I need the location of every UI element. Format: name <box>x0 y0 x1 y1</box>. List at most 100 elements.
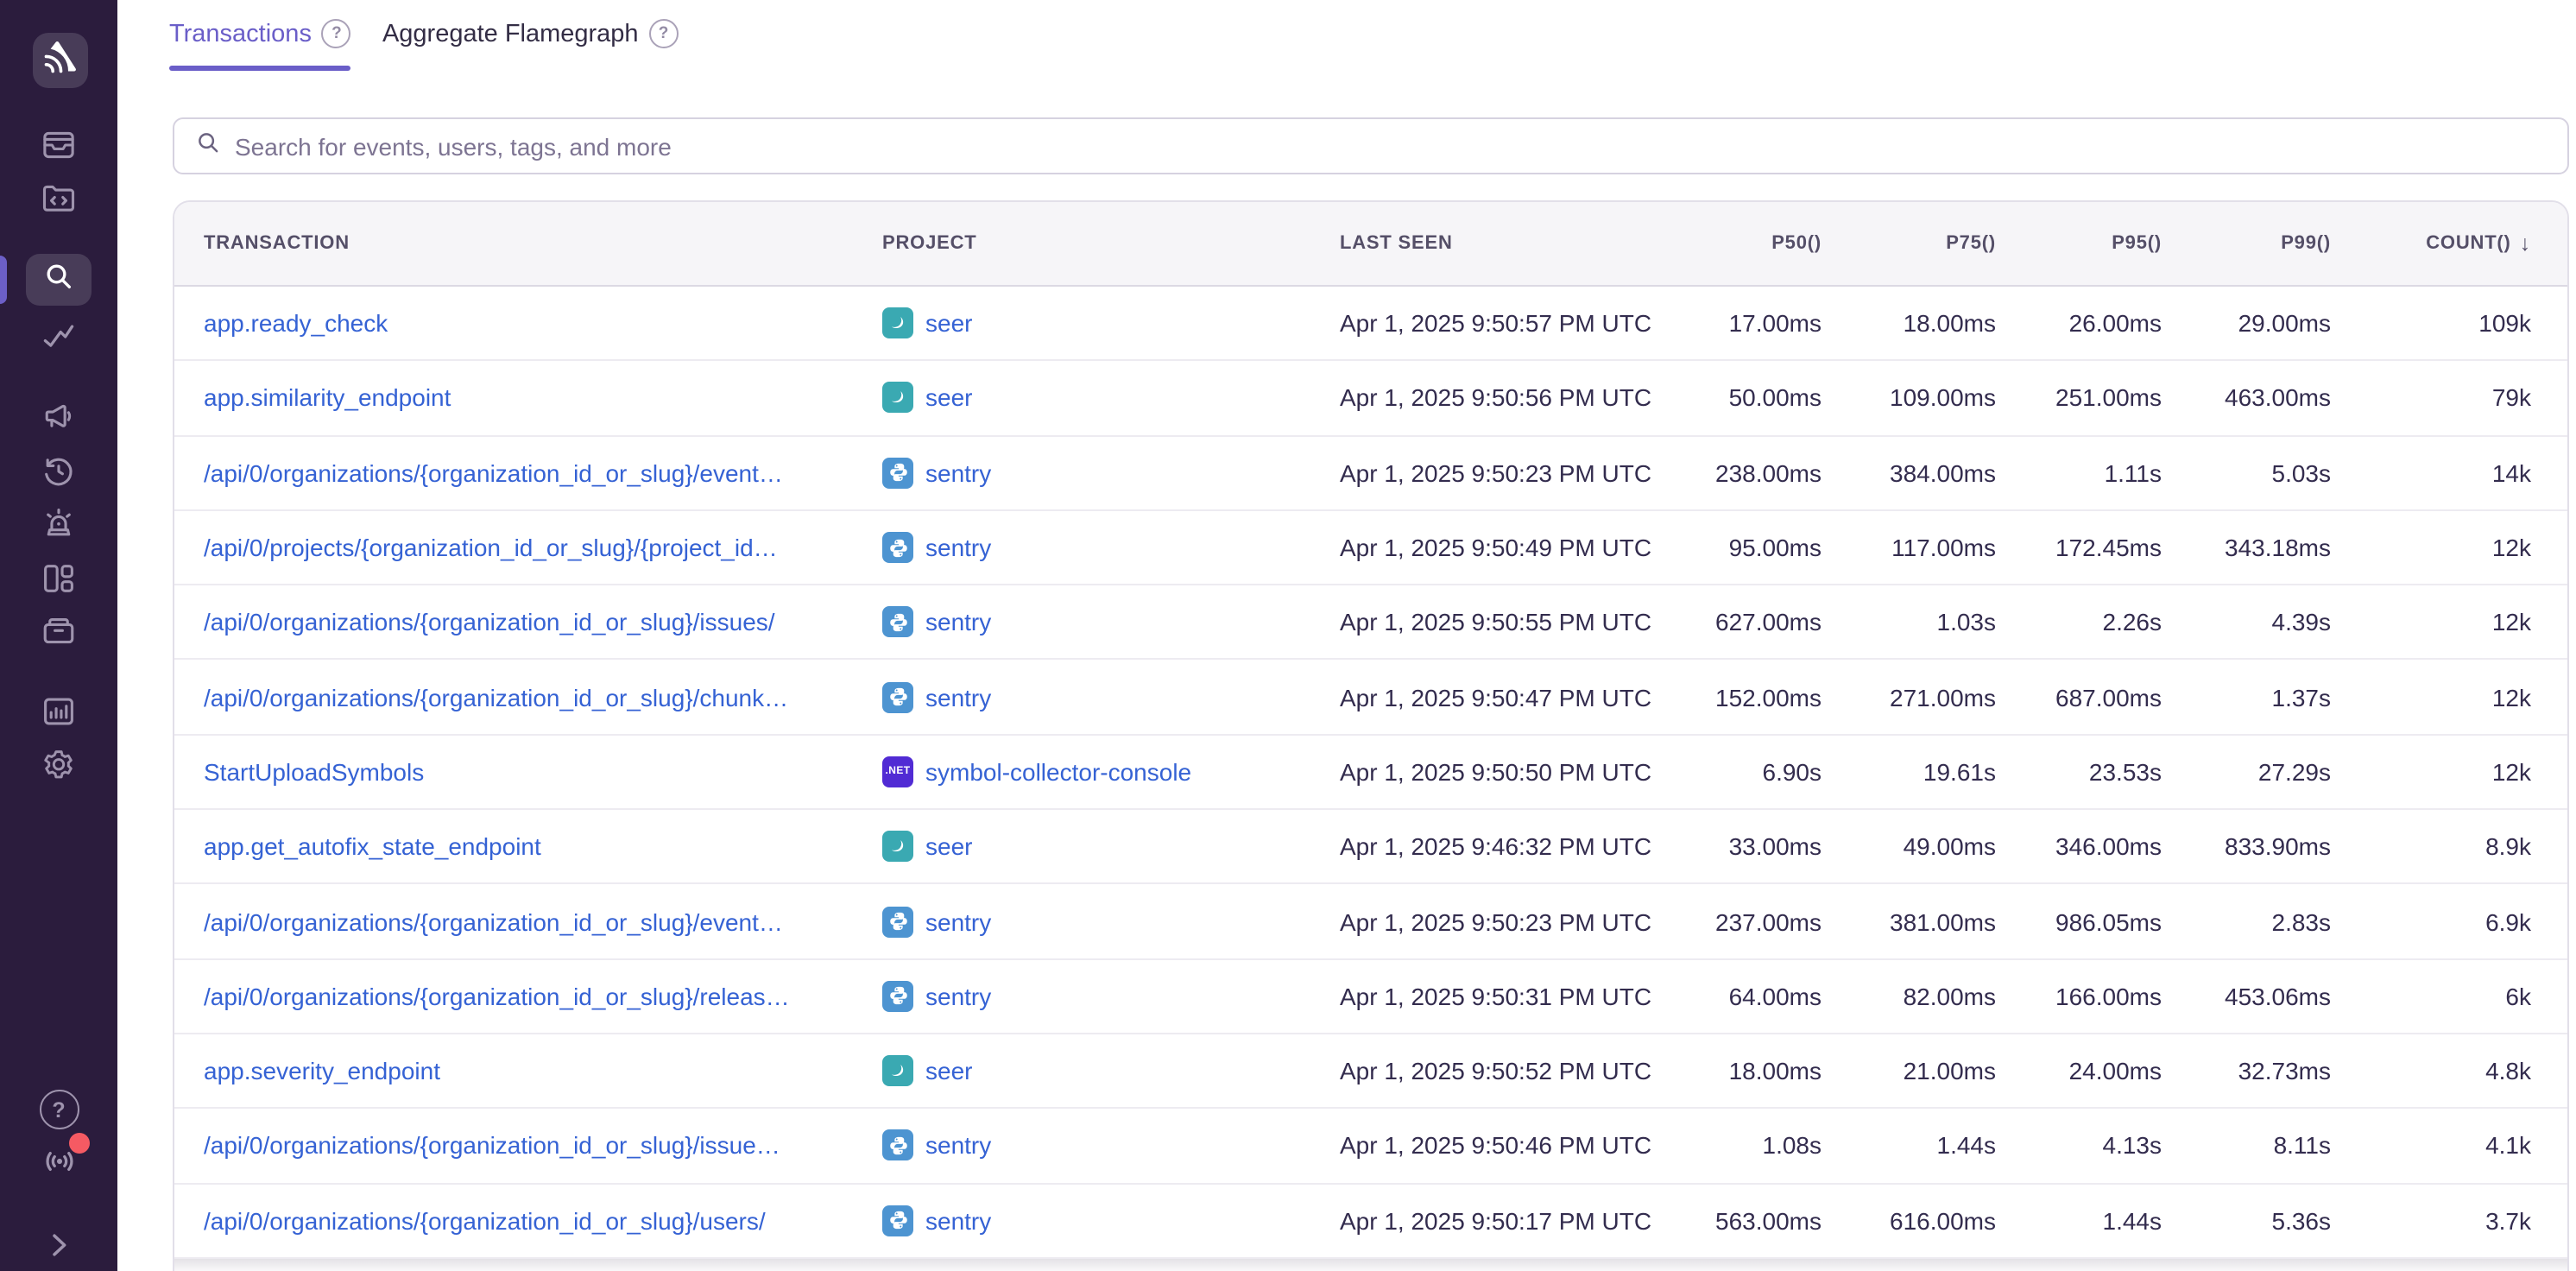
transaction-link[interactable]: app.ready_check <box>204 309 388 337</box>
sentry-logo[interactable] <box>33 33 88 88</box>
table-row: /api/0/organizations/{organization_id_or… <box>174 885 2567 960</box>
sidebar-item-releases[interactable] <box>0 611 117 649</box>
help-icon: ? <box>39 1090 79 1129</box>
cell-transaction: /api/0/organizations/{organization_id_or… <box>204 458 882 486</box>
sidebar-item-settings[interactable] <box>0 746 117 784</box>
cell-count: 6.9k <box>2331 907 2531 935</box>
cell-p99: 453.06ms <box>2162 983 2331 1010</box>
python-platform-icon <box>882 457 913 488</box>
sidebar-item-replays[interactable] <box>0 452 117 490</box>
cell-p95: 23.53s <box>1996 758 2162 786</box>
sidebar-item-traces[interactable] <box>0 318 117 356</box>
project-link[interactable]: seer <box>925 832 972 860</box>
cell-count: 4.1k <box>2331 1132 2531 1160</box>
tab-help-icon[interactable]: ? <box>649 19 679 48</box>
column-label: TRANSACTION <box>204 233 350 254</box>
transaction-link[interactable]: /api/0/organizations/{organization_id_or… <box>204 907 783 935</box>
search-input[interactable]: Search for events, users, tags, and more <box>173 117 2569 174</box>
transaction-link[interactable]: /api/0/organizations/{organization_id_or… <box>204 983 790 1010</box>
search-icon <box>41 258 76 301</box>
sidebar-collapse-button[interactable] <box>0 1228 117 1262</box>
cell-last-seen: Apr 1, 2025 9:50:23 PM UTC <box>1340 907 1651 935</box>
project-link[interactable]: sentry <box>925 458 991 486</box>
column-header-p99[interactable]: P99() <box>2162 233 2331 254</box>
cell-last-seen: Apr 1, 2025 9:50:49 PM UTC <box>1340 534 1651 561</box>
transaction-link[interactable]: /api/0/organizations/{organization_id_or… <box>204 458 783 486</box>
column-header-p95[interactable]: P95() <box>1996 233 2162 254</box>
transaction-link[interactable]: app.get_autofix_state_endpoint <box>204 832 541 860</box>
column-header-count[interactable]: COUNT()↓ <box>2331 231 2531 256</box>
project-link[interactable]: sentry <box>925 1206 991 1234</box>
transaction-link[interactable]: /api/0/organizations/{organization_id_or… <box>204 1132 780 1160</box>
sidebar-item-issues[interactable] <box>0 126 117 164</box>
table-row: /api/0/organizations/{organization_id_or… <box>174 436 2567 511</box>
cell-p75: 117.00ms <box>1822 534 1996 561</box>
tab-aggregate-flamegraph[interactable]: Aggregate Flamegraph ? <box>382 19 679 71</box>
sidebar-item-alerts[interactable] <box>0 504 117 542</box>
cell-p95: 4.13s <box>1996 1132 2162 1160</box>
column-header-last_seen[interactable]: LAST SEEN <box>1340 233 1651 254</box>
table-row: app.ready_check seer Apr 1, 2025 9:50:57 P… <box>174 287 2567 362</box>
column-header-project[interactable]: PROJECT <box>882 233 1340 254</box>
sidebar-item-feedback[interactable] <box>0 397 117 435</box>
trace-zigzag-icon <box>40 318 78 356</box>
project-link[interactable]: sentry <box>925 683 991 711</box>
column-header-p75[interactable]: P75() <box>1822 233 1996 254</box>
sidebar-item-explore[interactable] <box>0 180 117 218</box>
cell-p75: 1.44s <box>1822 1132 1996 1160</box>
cell-p75: 21.00ms <box>1822 1057 1996 1084</box>
tab-transactions[interactable]: Transactions ? <box>169 19 351 71</box>
project-link[interactable]: sentry <box>925 609 991 636</box>
view-tabs: Transactions ? Aggregate Flamegraph ? <box>169 19 679 71</box>
sidebar-item-dashboards[interactable] <box>0 560 117 598</box>
sidebar-item-service-updates[interactable] <box>0 1141 117 1181</box>
project-link[interactable]: sentry <box>925 1132 991 1160</box>
column-label: PROJECT <box>882 233 977 254</box>
project-link[interactable]: sentry <box>925 534 991 561</box>
project-link[interactable]: seer <box>925 1057 972 1084</box>
cell-count: 79k <box>2331 384 2531 412</box>
python-platform-icon <box>882 607 913 638</box>
transaction-link[interactable]: app.similarity_endpoint <box>204 384 451 412</box>
cell-p99: 2.83s <box>2162 907 2331 935</box>
transaction-link[interactable]: app.severity_endpoint <box>204 1057 440 1084</box>
tab-transactions-label: Transactions <box>169 20 312 47</box>
python-platform-icon <box>882 1130 913 1161</box>
column-header-transaction[interactable]: TRANSACTION <box>204 233 882 254</box>
cell-p50: 563.00ms <box>1651 1206 1822 1234</box>
transaction-link[interactable]: StartUploadSymbols <box>204 758 424 786</box>
seer-platform-icon <box>882 1055 913 1086</box>
cell-count: 12k <box>2331 683 2531 711</box>
cell-project: sentry <box>882 981 1340 1012</box>
transactions-table: TRANSACTION PROJECT LAST SEENP50()P75()P95… <box>173 200 2569 1271</box>
transaction-link[interactable]: /api/0/organizations/{organization_id_or… <box>204 1206 766 1234</box>
project-link[interactable]: seer <box>925 309 972 337</box>
table-row: app.get_autofix_state_endpointseerApr 1,… <box>174 810 2567 885</box>
cell-transaction: app.similarity_endpoint <box>204 384 882 412</box>
sidebar-item-help[interactable]: ? <box>0 1090 117 1129</box>
sidebar-item-search[interactable] <box>26 254 92 306</box>
transaction-link[interactable]: /api/0/projects/{organization_id_or_slug… <box>204 534 778 561</box>
project-link[interactable]: seer <box>925 384 972 412</box>
project-link[interactable]: symbol-collector-console <box>925 758 1191 786</box>
dashboard-grid-icon <box>40 560 78 598</box>
tab-help-icon[interactable]: ? <box>322 19 351 48</box>
python-platform-icon <box>882 981 913 1012</box>
cell-last-seen: Apr 1, 2025 9:50:57 PM UTC <box>1340 309 1651 337</box>
issues-icon <box>40 126 78 164</box>
cell-p50: 95.00ms <box>1651 534 1822 561</box>
cell-p75: 271.00ms <box>1822 683 1996 711</box>
table-row: /api/0/organizations/{organization_id_or… <box>174 959 2567 1034</box>
transaction-link[interactable]: /api/0/organizations/{organization_id_or… <box>204 683 788 711</box>
transaction-link[interactable]: /api/0/organizations/{organization_id_or… <box>204 609 775 636</box>
cell-transaction: /api/0/organizations/{organization_id_or… <box>204 1132 882 1160</box>
project-link[interactable]: sentry <box>925 907 991 935</box>
column-header-p50[interactable]: P50() <box>1651 233 1822 254</box>
table-header-row: TRANSACTION PROJECT LAST SEENP50()P75()P95… <box>174 202 2567 287</box>
cell-transaction: app.get_autofix_state_endpoint <box>204 832 882 860</box>
project-link[interactable]: sentry <box>925 983 991 1010</box>
cell-project: seer <box>882 307 1340 338</box>
cell-p99: 463.00ms <box>2162 384 2331 412</box>
table-row: /api/0/projects/{organization_id_or_slug… <box>174 511 2567 586</box>
sidebar-item-stats[interactable] <box>0 692 117 730</box>
